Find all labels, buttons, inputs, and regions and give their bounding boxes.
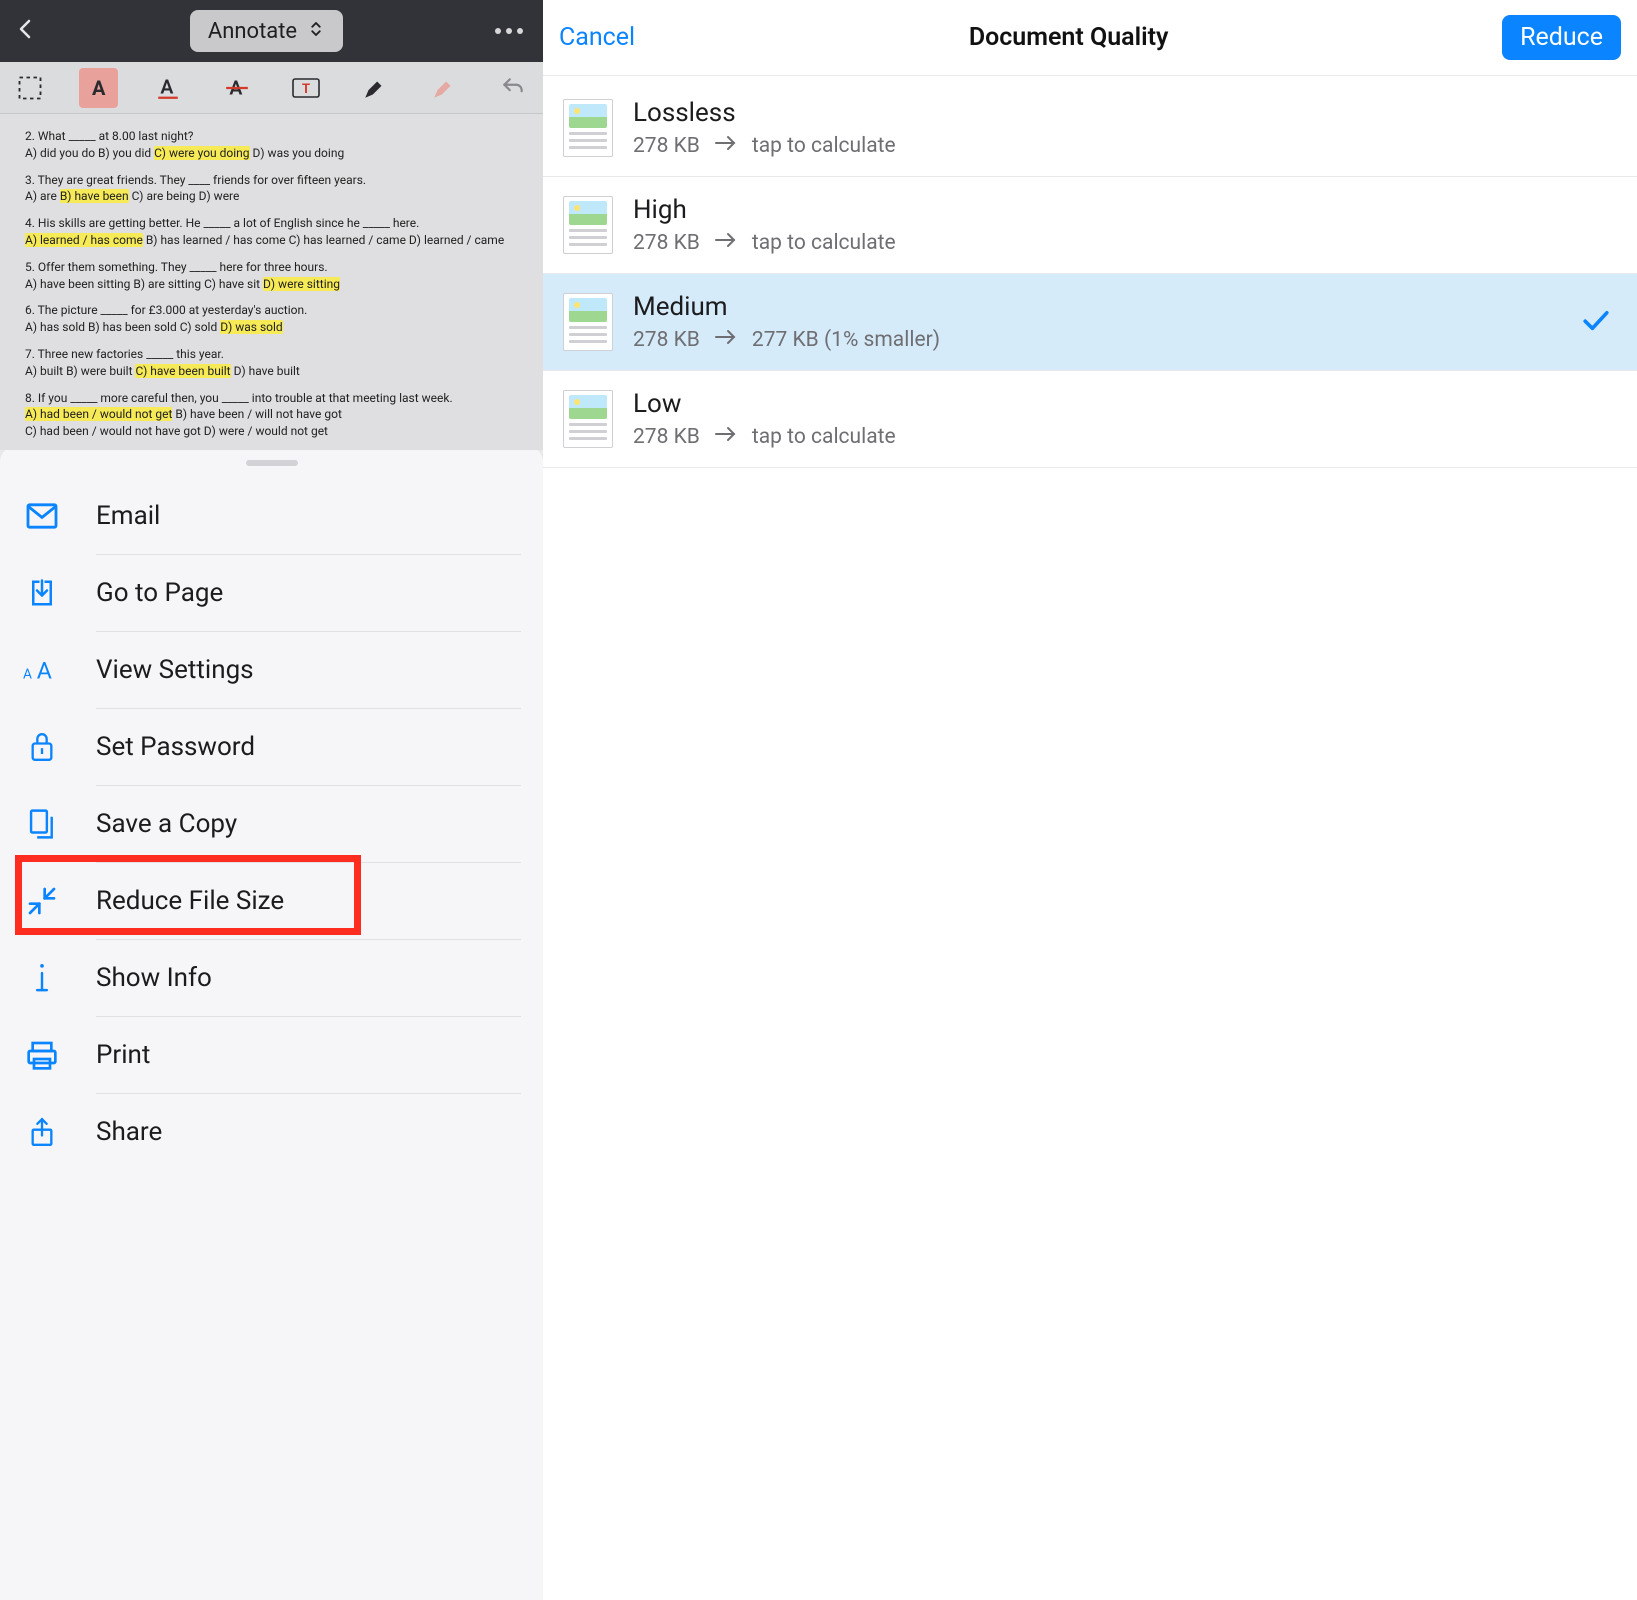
menu-label: Save a Copy [96, 809, 237, 839]
reduce-icon [22, 885, 62, 917]
email-icon [22, 502, 62, 530]
menu-label: View Settings [96, 655, 254, 685]
thumbnail-icon [563, 196, 613, 254]
menu-label: Set Password [96, 732, 255, 762]
share-icon [22, 1115, 62, 1149]
menu-label: Share [96, 1117, 162, 1147]
menu-item-goto[interactable]: Go to Page [0, 555, 543, 631]
thumbnail-icon [563, 293, 613, 351]
eraser-tool[interactable] [425, 68, 464, 108]
underline-text-tool[interactable]: A [148, 68, 187, 108]
quality-name: Low [633, 389, 1617, 419]
right-pane: Cancel Document Quality Reduce Lossless 2… [543, 0, 1637, 1600]
print-icon [22, 1039, 62, 1071]
pass-icon [22, 730, 62, 764]
menu-item-share[interactable]: Share [0, 1094, 543, 1170]
menu-label: Show Info [96, 963, 212, 993]
menu-label: Email [96, 501, 160, 531]
menu-item-view[interactable]: AA View Settings [0, 632, 543, 708]
marker-tool[interactable] [356, 68, 395, 108]
quality-list: Lossless 278 KBtap to calculate High 278 KB… [543, 76, 1637, 468]
updown-icon [307, 19, 325, 44]
quality-name: Lossless [633, 98, 1617, 128]
quality-name: High [633, 195, 1617, 225]
svg-text:A: A [23, 666, 32, 682]
thumbnail-icon [563, 390, 613, 448]
mode-selector[interactable]: Annotate [190, 10, 343, 52]
menu-label: Reduce File Size [96, 886, 284, 916]
cancel-button[interactable]: Cancel [559, 23, 635, 52]
arrow-right-icon [714, 134, 738, 158]
quality-name: Medium [633, 292, 1561, 322]
undo-button[interactable] [494, 68, 533, 108]
strikethrough-text-tool[interactable]: A [217, 68, 256, 108]
arrow-right-icon [714, 231, 738, 255]
annotation-toolbar: A A A T [0, 62, 543, 114]
svg-text:A: A [92, 76, 106, 100]
menu-item-print[interactable]: Print [0, 1017, 543, 1093]
textbox-tool[interactable]: T [287, 68, 326, 108]
svg-text:T: T [302, 82, 310, 97]
arrow-right-icon [714, 425, 738, 449]
menu-item-reduce[interactable]: Reduce File Size [0, 863, 543, 939]
highlight-text-tool[interactable]: A [79, 68, 118, 108]
menu-item-pass[interactable]: Set Password [0, 709, 543, 785]
goto-icon [22, 576, 62, 610]
menu-item-copy[interactable]: Save a Copy [0, 786, 543, 862]
info-icon [22, 961, 62, 995]
copy-icon [22, 807, 62, 841]
menu-item-email[interactable]: Email [0, 478, 543, 554]
menu-label: Print [96, 1040, 150, 1070]
quality-option-medium[interactable]: Medium 278 KB277 KB (1% smaller) [543, 274, 1637, 371]
thumbnail-icon [563, 99, 613, 157]
document-preview: 2. What _____ at 8.00 last night?A) did … [0, 114, 543, 450]
back-button[interactable] [14, 17, 38, 45]
quality-sub: 278 KB277 KB (1% smaller) [633, 328, 1561, 352]
quality-sub: 278 KBtap to calculate [633, 425, 1617, 449]
more-button[interactable] [495, 28, 529, 34]
quality-header: Cancel Document Quality Reduce [543, 0, 1637, 76]
menu-label: Go to Page [96, 578, 223, 608]
mode-label: Annotate [208, 19, 297, 44]
page-title: Document Quality [635, 23, 1502, 52]
quality-sub: 278 KBtap to calculate [633, 231, 1617, 255]
check-icon [1581, 308, 1617, 336]
svg-text:A: A [160, 75, 173, 98]
svg-text:A: A [37, 656, 52, 684]
quality-option-high[interactable]: High 278 KBtap to calculate [543, 177, 1637, 274]
left-pane: Annotate A A A T [0, 0, 543, 1600]
reduce-button[interactable]: Reduce [1502, 15, 1621, 60]
arrow-right-icon [714, 328, 738, 352]
select-tool[interactable] [10, 68, 49, 108]
topbar: Annotate [0, 0, 543, 62]
quality-sub: 278 KBtap to calculate [633, 134, 1617, 158]
action-sheet: Email Go to Page AA View Settings Set Passwo… [0, 446, 543, 1600]
quality-option-lossless[interactable]: Lossless 278 KBtap to calculate [543, 80, 1637, 177]
view-icon: AA [22, 656, 62, 684]
menu-item-info[interactable]: Show Info [0, 940, 543, 1016]
sheet-grabber[interactable] [246, 460, 298, 466]
quality-option-low[interactable]: Low 278 KBtap to calculate [543, 371, 1637, 468]
